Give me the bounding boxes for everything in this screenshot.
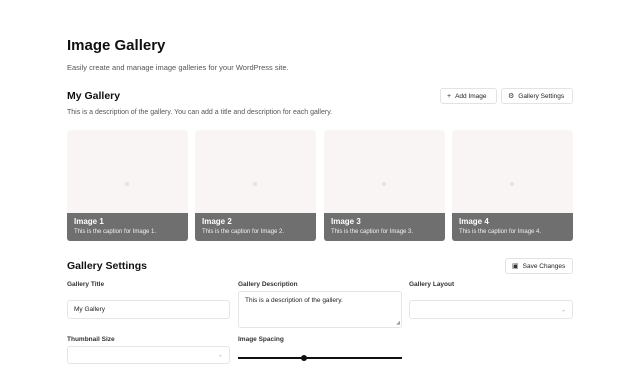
image-card[interactable]: Image 1 This is the caption for Image 1. [67,130,188,241]
add-image-button[interactable]: + Add Image [440,88,497,104]
image-caption-overlay: Image 4 This is the caption for Image 4. [452,213,573,241]
page-subtitle: Easily create and manage image galleries… [67,63,289,72]
image-title: Image 4 [459,217,489,226]
image-placeholder-icon [510,182,514,186]
image-title: Image 2 [202,217,232,226]
image-spacing-slider[interactable] [238,357,402,359]
gallery-description-textarea[interactable]: This is a description of the gallery. ◢ [238,291,402,328]
image-caption: This is the caption for Image 3. [331,229,414,235]
image-card[interactable]: Image 4 This is the caption for Image 4. [452,130,573,241]
gallery-title-label: Gallery Title [67,281,105,288]
resize-handle-icon[interactable]: ◢ [396,320,400,326]
image-card[interactable]: Image 2 This is the caption for Image 2. [195,130,316,241]
gallery-settings-button[interactable]: ⚙ Gallery Settings [501,88,573,104]
gallery-layout-select[interactable]: ⌄ [409,300,573,319]
image-title: Image 1 [74,217,104,226]
gear-icon: ⚙ [508,92,515,100]
settings-title: Gallery Settings [67,260,147,272]
gallery-settings-label: Gallery Settings [518,92,565,100]
image-caption-overlay: Image 2 This is the caption for Image 2. [195,213,316,241]
chevron-down-icon: ⌄ [560,307,566,313]
image-placeholder-icon [382,182,386,186]
image-caption-overlay: Image 3 This is the caption for Image 3. [324,213,445,241]
add-image-label: Add Image [455,92,487,100]
save-changes-button[interactable]: ▣ Save Changes [505,258,573,274]
image-card[interactable]: Image 3 This is the caption for Image 3. [324,130,445,241]
thumbnail-size-label: Thumbnail Size [67,336,115,343]
gallery-title-value: My Gallery [74,306,106,313]
save-changes-label: Save Changes [522,262,566,270]
image-caption: This is the caption for Image 2. [202,229,285,235]
gallery-description: This is a description of the gallery. Yo… [67,109,333,116]
gallery-layout-label: Gallery Layout [409,281,455,288]
image-placeholder-icon [125,182,129,186]
image-caption: This is the caption for Image 1. [74,229,157,235]
image-caption-overlay: Image 1 This is the caption for Image 1. [67,213,188,241]
image-spacing-slider-thumb[interactable] [300,355,307,361]
gallery-title-input[interactable]: My Gallery [67,300,230,319]
save-icon: ▣ [512,262,519,270]
image-spacing-label: Image Spacing [238,336,284,343]
gallery-name: My Gallery [67,90,121,102]
gallery-description-label: Gallery Description [238,281,298,288]
plus-icon: + [447,92,452,100]
page-title: Image Gallery [67,37,166,54]
image-title: Image 3 [331,217,361,226]
thumbnail-size-select[interactable]: ⌄ [67,346,230,364]
gallery-description-value: This is a description of the gallery. [245,297,343,304]
chevron-down-icon: ⌄ [217,352,223,359]
image-caption: This is the caption for Image 4. [459,229,542,235]
gallery-header: My Gallery + Add Image ⚙ Gallery Setting… [67,88,573,106]
image-grid: Image 1 This is the caption for Image 1.… [67,130,573,241]
image-placeholder-icon [253,182,257,186]
